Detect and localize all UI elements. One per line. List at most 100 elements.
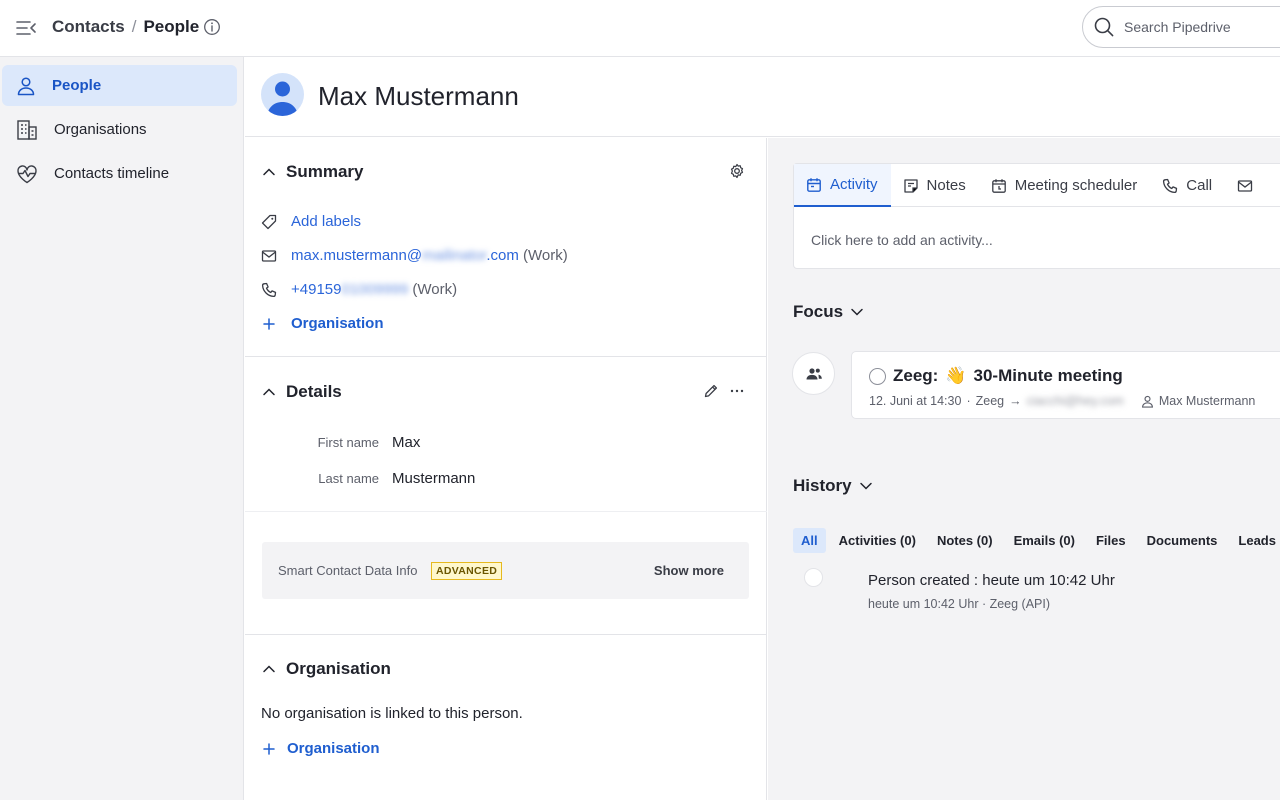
section-divider — [245, 634, 767, 635]
phone-icon — [261, 282, 277, 298]
tab-call[interactable]: Call — [1150, 164, 1225, 207]
history-entry-meta: heute um 10:42 Uhr · Zeeg (API) — [868, 597, 1051, 611]
waving-hand-emoji: 👋 — [945, 366, 967, 385]
building-icon — [16, 119, 38, 141]
sidebar-item-label: Organisations — [54, 121, 147, 138]
composer-tabs: Activity Notes Meeting scheduler Call — [794, 164, 1280, 207]
breadcrumb-people: People — [143, 17, 200, 36]
email-value[interactable]: max.mustermann@mailinator.com (Work) — [291, 247, 568, 264]
arrow-icon: → — [1009, 394, 1022, 408]
mark-done-checkbox[interactable] — [869, 367, 886, 385]
organisation-empty-text: No organisation is linked to this person… — [261, 705, 523, 722]
more-options-icon[interactable] — [729, 383, 745, 399]
tab-label: Meeting scheduler — [1014, 177, 1138, 194]
last-name-label: Last name — [318, 471, 379, 486]
envelope-icon — [1237, 179, 1253, 193]
search-icon — [1093, 16, 1115, 38]
email-tld[interactable]: .com — [486, 247, 519, 264]
tab-meeting-scheduler[interactable]: Meeting scheduler — [979, 164, 1151, 207]
plus-icon — [261, 741, 277, 757]
activity-date: 12. Juni at 14:30 — [869, 394, 962, 408]
details-panel: Summary Add labels max.mustermann@mailin… — [245, 138, 767, 800]
breadcrumb-contacts[interactable]: Contacts — [52, 17, 125, 37]
sidebar-item-organisations[interactable]: Organisations — [2, 109, 237, 150]
gear-icon[interactable] — [729, 163, 745, 179]
smart-contact-label: Smart Contact Data Info — [278, 563, 418, 578]
search-box[interactable] — [1082, 6, 1280, 48]
top-bar: Contacts / People — [0, 0, 1280, 57]
chevron-up-icon — [261, 661, 277, 677]
history-toggle[interactable]: History — [793, 476, 874, 496]
email-user[interactable]: max.mustermann@ — [291, 247, 422, 264]
history-title: History — [793, 476, 852, 495]
person-header: Max Mustermann — [245, 57, 1280, 137]
search-input[interactable] — [1124, 19, 1274, 35]
participant-link[interactable]: Max Mustermann — [1159, 394, 1256, 408]
advanced-badge: ADVANCED — [431, 562, 503, 580]
info-icon[interactable] — [203, 18, 221, 36]
plus-icon — [261, 316, 277, 332]
phone-row: +4915901009999 (Work) — [261, 281, 457, 298]
activity-title: 30-Minute meeting — [973, 366, 1123, 385]
filter-emails[interactable]: Emails (0) — [1006, 528, 1083, 553]
calendar-icon — [806, 177, 822, 193]
focus-activity-meta: 12. Juni at 14:30 · Zeeg → ciacchi@hey.c… — [869, 394, 1255, 408]
first-name-value[interactable]: Max — [392, 434, 420, 451]
email-domain-blurred: mailinator — [422, 247, 487, 264]
organisation-section-toggle[interactable]: Organisation — [261, 659, 391, 679]
chevron-down-icon — [849, 304, 865, 320]
last-name-value[interactable]: Mustermann — [392, 470, 475, 487]
activity-panel: Activity Notes Meeting scheduler Call Cl… — [768, 138, 1280, 800]
summary-title: Summary — [286, 162, 364, 181]
tab-email[interactable] — [1225, 164, 1266, 207]
organisation-add-row[interactable]: Organisation — [261, 740, 380, 757]
phone-icon — [1162, 178, 1178, 194]
add-organisation-row[interactable]: Organisation — [261, 315, 384, 332]
show-more-button[interactable]: Show more — [654, 563, 724, 578]
sidebar: People Organisations Contacts timeline — [0, 57, 244, 800]
details-title: Details — [286, 382, 342, 401]
summary-section-toggle[interactable]: Summary — [261, 162, 363, 182]
filter-notes[interactable]: Notes (0) — [929, 528, 1001, 553]
add-activity-input[interactable]: Click here to add an activity... — [811, 232, 993, 248]
filter-all[interactable]: All — [793, 528, 826, 553]
focus-activity-card[interactable]: Zeeg: 👋 30-Minute meeting 12. Juni at 14… — [851, 351, 1280, 419]
meeting-type-icon — [792, 352, 835, 395]
email-row: max.mustermann@mailinator.com (Work) — [261, 247, 568, 264]
focus-toggle[interactable]: Focus — [793, 302, 865, 322]
person-icon — [1141, 395, 1154, 408]
history-filters: All Activities (0) Notes (0) Emails (0) … — [793, 528, 1280, 553]
avatar[interactable] — [261, 73, 304, 116]
tab-notes[interactable]: Notes — [891, 164, 979, 207]
tab-activity[interactable]: Activity — [794, 164, 891, 207]
sidebar-item-people[interactable]: People — [2, 65, 237, 106]
section-divider — [245, 511, 767, 512]
phone-value[interactable]: +4915901009999 (Work) — [291, 281, 457, 298]
phone-prefix[interactable]: +49159 — [291, 281, 341, 298]
sidebar-item-contacts-timeline[interactable]: Contacts timeline — [2, 153, 237, 194]
note-icon — [903, 178, 919, 194]
chevron-up-icon — [261, 384, 277, 400]
add-labels-link[interactable]: Add labels — [291, 213, 361, 230]
attendee-email-blurred: ciacchi@hey.com — [1026, 394, 1124, 408]
collapse-menu-icon[interactable] — [14, 17, 38, 39]
breadcrumb-separator: / — [131, 17, 137, 36]
organisation-add-link[interactable]: Organisation — [287, 740, 380, 757]
heart-pulse-icon — [16, 164, 38, 184]
tab-label: Notes — [926, 177, 966, 194]
pencil-icon[interactable] — [703, 383, 719, 399]
filter-documents[interactable]: Documents — [1139, 528, 1226, 553]
details-section-toggle[interactable]: Details — [261, 382, 342, 402]
chevron-up-icon — [261, 164, 277, 180]
calendar-clock-icon — [991, 178, 1007, 194]
breadcrumb: Contacts / People — [52, 17, 221, 37]
activity-prefix: Zeeg: — [893, 366, 939, 385]
envelope-icon — [261, 249, 277, 263]
filter-leads[interactable]: Leads — [1230, 528, 1280, 553]
sidebar-item-label: Contacts timeline — [54, 165, 170, 182]
filter-files[interactable]: Files — [1088, 528, 1134, 553]
add-organisation-link[interactable]: Organisation — [291, 315, 384, 332]
tab-label: Call — [1186, 177, 1213, 194]
tab-label: Activity — [830, 176, 878, 193]
filter-activities[interactable]: Activities (0) — [831, 528, 924, 553]
